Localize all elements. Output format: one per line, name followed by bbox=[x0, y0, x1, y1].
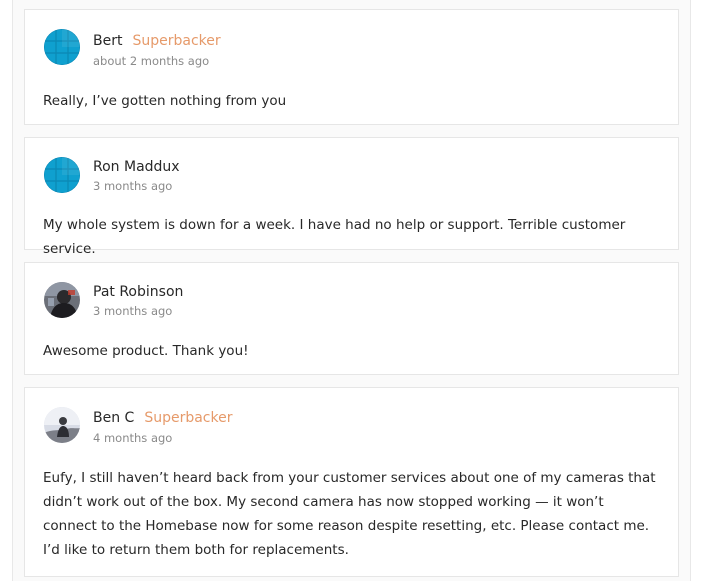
avatar[interactable] bbox=[44, 29, 80, 65]
comment-card: Pat Robinson 3 months ago Awesome produc… bbox=[24, 262, 679, 375]
default-globe-avatar-icon bbox=[44, 29, 80, 65]
author-name[interactable]: Pat Robinson bbox=[93, 284, 183, 300]
author-name[interactable]: Bert bbox=[93, 33, 122, 49]
superbacker-badge: Superbacker bbox=[132, 33, 221, 49]
avatar[interactable] bbox=[44, 407, 80, 443]
comment-text: Eufy, I still haven’t heard back from yo… bbox=[43, 470, 656, 558]
avatar[interactable] bbox=[44, 282, 80, 318]
comment-timestamp: 3 months ago bbox=[93, 179, 173, 193]
comment-card: Ben C Superbacker 4 months ago Eufy, I st… bbox=[24, 387, 679, 577]
comment-card: Ron Maddux 3 months ago My whole system … bbox=[24, 137, 679, 257]
author-row: Ron Maddux bbox=[93, 158, 180, 176]
superbacker-badge: Superbacker bbox=[144, 410, 233, 426]
author-row: Pat Robinson bbox=[93, 283, 183, 301]
comments-page: Bert Superbacker about 2 months ago Reall… bbox=[0, 0, 703, 581]
comment-text: My whole system is down for a week. I ha… bbox=[43, 217, 626, 257]
avatar[interactable] bbox=[44, 157, 80, 193]
default-globe-avatar-icon bbox=[44, 157, 80, 193]
author-row: Bert Superbacker bbox=[93, 32, 221, 50]
user-photo-avatar-icon bbox=[44, 282, 80, 318]
author-name[interactable]: Ron Maddux bbox=[93, 159, 180, 175]
author-row: Ben C Superbacker bbox=[93, 409, 232, 427]
comment-card: Bert Superbacker about 2 months ago Reall… bbox=[24, 9, 679, 125]
comment-text: Really, I’ve gotten nothing from you bbox=[43, 93, 287, 109]
comment-timestamp: about 2 months ago bbox=[93, 54, 210, 68]
comment-timestamp: 4 months ago bbox=[93, 431, 173, 445]
user-photo-avatar-icon bbox=[44, 407, 80, 443]
comment-timestamp: 3 months ago bbox=[93, 304, 173, 318]
comment-text: Awesome product. Thank you! bbox=[43, 343, 249, 359]
author-name[interactable]: Ben C bbox=[93, 410, 134, 426]
